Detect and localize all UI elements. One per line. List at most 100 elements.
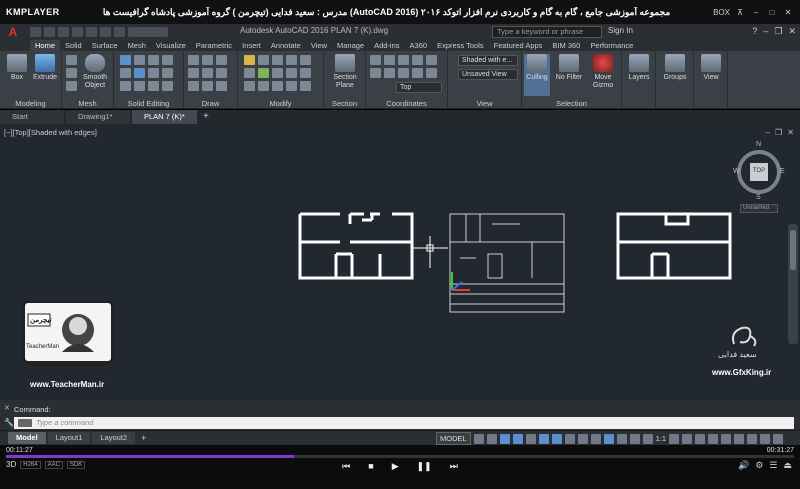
groups-button[interactable]: Groups [660, 54, 690, 82]
ucs-icon[interactable] [370, 55, 381, 65]
explode-icon[interactable] [300, 68, 311, 78]
isodraft-icon[interactable] [525, 433, 536, 444]
panel-label-section[interactable]: Section [324, 99, 365, 108]
box-button[interactable]: Box [4, 54, 30, 82]
pause-icon[interactable]: ❚❚ [417, 461, 432, 472]
settings-icon[interactable] [669, 433, 680, 444]
settings-icon[interactable]: ⚙ [755, 460, 763, 471]
workspace-dropdown[interactable] [128, 27, 168, 37]
panel-label-mesh[interactable]: Mesh [62, 99, 113, 108]
close-icon[interactable]: ✕ [788, 26, 796, 37]
tab-view[interactable]: View [306, 40, 332, 51]
seek-bar[interactable] [6, 455, 794, 458]
viewcube-west[interactable]: W [733, 168, 740, 175]
hardware-acceleration-icon[interactable] [747, 433, 758, 444]
viewcube-top-face[interactable]: TOP [752, 168, 766, 174]
scale-icon[interactable] [258, 68, 269, 78]
line-icon[interactable] [188, 55, 199, 65]
command-input[interactable]: Type a command [14, 417, 794, 429]
tab-insert[interactable]: Insert [237, 40, 266, 51]
previous-icon[interactable]: ⏮ [342, 461, 350, 472]
culling-button[interactable]: Culling [524, 54, 550, 96]
align-icon[interactable] [258, 81, 269, 91]
annotation-visibility-icon[interactable] [629, 433, 640, 444]
tab-bim-360[interactable]: BIM 360 [547, 40, 585, 51]
offset-edge-icon[interactable] [134, 68, 145, 78]
file-tab-drawing1[interactable]: Drawing1* [66, 110, 130, 124]
maximize-icon[interactable]: □ [766, 8, 778, 17]
isolate-objects-icon[interactable] [734, 433, 745, 444]
3d-move-icon[interactable] [272, 81, 283, 91]
layers-button[interactable]: Layers [626, 54, 652, 82]
panel-label-coordinates[interactable]: Coordinates [366, 99, 447, 108]
polar-icon[interactable] [512, 433, 523, 444]
ucs-face-icon[interactable] [412, 55, 423, 65]
viewcube-north[interactable]: N [756, 141, 761, 148]
separate-icon[interactable] [120, 81, 131, 91]
subtract-icon[interactable] [134, 55, 145, 65]
save-as-icon[interactable] [72, 27, 83, 37]
extrude-button[interactable]: Extrude [32, 54, 58, 82]
spline-icon[interactable] [216, 68, 227, 78]
object-snap-tracking-icon[interactable] [538, 433, 549, 444]
mesh-sphere-icon[interactable] [66, 81, 77, 91]
ucs-origin-icon[interactable] [384, 68, 395, 78]
auto-scale-icon[interactable] [642, 433, 653, 444]
viewcube-south[interactable]: S [756, 194, 761, 201]
tab-add-ins[interactable]: Add-ins [369, 40, 404, 51]
ucs-previous-icon[interactable] [398, 55, 409, 65]
sign-in-button[interactable]: Sign In [608, 26, 633, 35]
plot-icon[interactable] [86, 27, 97, 37]
polygon-icon[interactable] [188, 81, 199, 91]
tab-solid[interactable]: Solid [60, 40, 87, 51]
trim-icon[interactable] [300, 55, 311, 65]
intersect-icon[interactable] [148, 55, 159, 65]
grid-icon[interactable] [473, 433, 484, 444]
panel-label-selection[interactable]: Selection [522, 99, 621, 108]
command-prompt-icon[interactable] [18, 419, 32, 427]
tab-a360[interactable]: A360 [405, 40, 433, 51]
panel-label-modeling[interactable]: Modeling [0, 99, 61, 108]
section-plane-button[interactable]: Section Plane [328, 54, 362, 90]
ucs-world-icon[interactable] [384, 55, 395, 65]
application-menu-button[interactable]: A [0, 24, 26, 40]
vertical-scrollbar[interactable] [788, 224, 798, 344]
polyline-icon[interactable] [202, 55, 213, 65]
ucs-3point-icon[interactable] [412, 68, 423, 78]
named-view-dropdown[interactable]: Unnamed [740, 204, 778, 213]
ucs-view-icon[interactable] [370, 68, 381, 78]
ucs-object-icon[interactable] [426, 55, 437, 65]
3d-object-snap-icon[interactable] [603, 433, 614, 444]
units-icon[interactable] [721, 433, 732, 444]
undo-icon[interactable] [100, 27, 111, 37]
array-icon[interactable] [272, 68, 283, 78]
player-badge[interactable]: BOX [713, 8, 730, 17]
fillet-edge-icon[interactable] [148, 68, 159, 78]
plus-icon[interactable] [682, 433, 693, 444]
view-dropdown[interactable]: Top [396, 82, 442, 93]
search-input[interactable]: Type a keyword or phrase [492, 26, 602, 38]
saved-view-dropdown[interactable]: Unsaved View [458, 69, 518, 80]
panel-label-solid-editing[interactable]: Solid Editing [114, 99, 183, 108]
command-line-close-icon[interactable]: ✕ [4, 404, 10, 412]
tab-performance[interactable]: Performance [585, 40, 638, 51]
hatch-icon[interactable] [216, 81, 227, 91]
selection-cycling-icon[interactable] [590, 433, 601, 444]
ucs-z-axis-icon[interactable] [398, 68, 409, 78]
model-space-button[interactable]: MODEL [436, 432, 471, 445]
annotation-monitor-icon[interactable] [708, 433, 719, 444]
panel-label-modify[interactable]: Modify [238, 99, 323, 108]
minimize-icon[interactable]: – [750, 8, 762, 17]
union-icon[interactable] [120, 55, 131, 65]
shell-icon[interactable] [134, 81, 145, 91]
wrench-icon[interactable]: 🔧 [4, 418, 14, 427]
offset-icon[interactable] [244, 81, 255, 91]
pin-icon[interactable]: ⊼ [734, 8, 746, 17]
no-filter-button[interactable]: No Filter [554, 54, 584, 82]
tab-parametric[interactable]: Parametric [191, 40, 237, 51]
chamfer-edge-icon[interactable] [162, 68, 173, 78]
ellipse-icon[interactable] [202, 81, 213, 91]
drawing-area[interactable]: [−][Top][Shaded with edges] – ❐ ✕ TOP N … [0, 124, 800, 400]
stop-icon[interactable]: ■ [368, 461, 373, 472]
tab-featured-apps[interactable]: Featured Apps [489, 40, 548, 51]
